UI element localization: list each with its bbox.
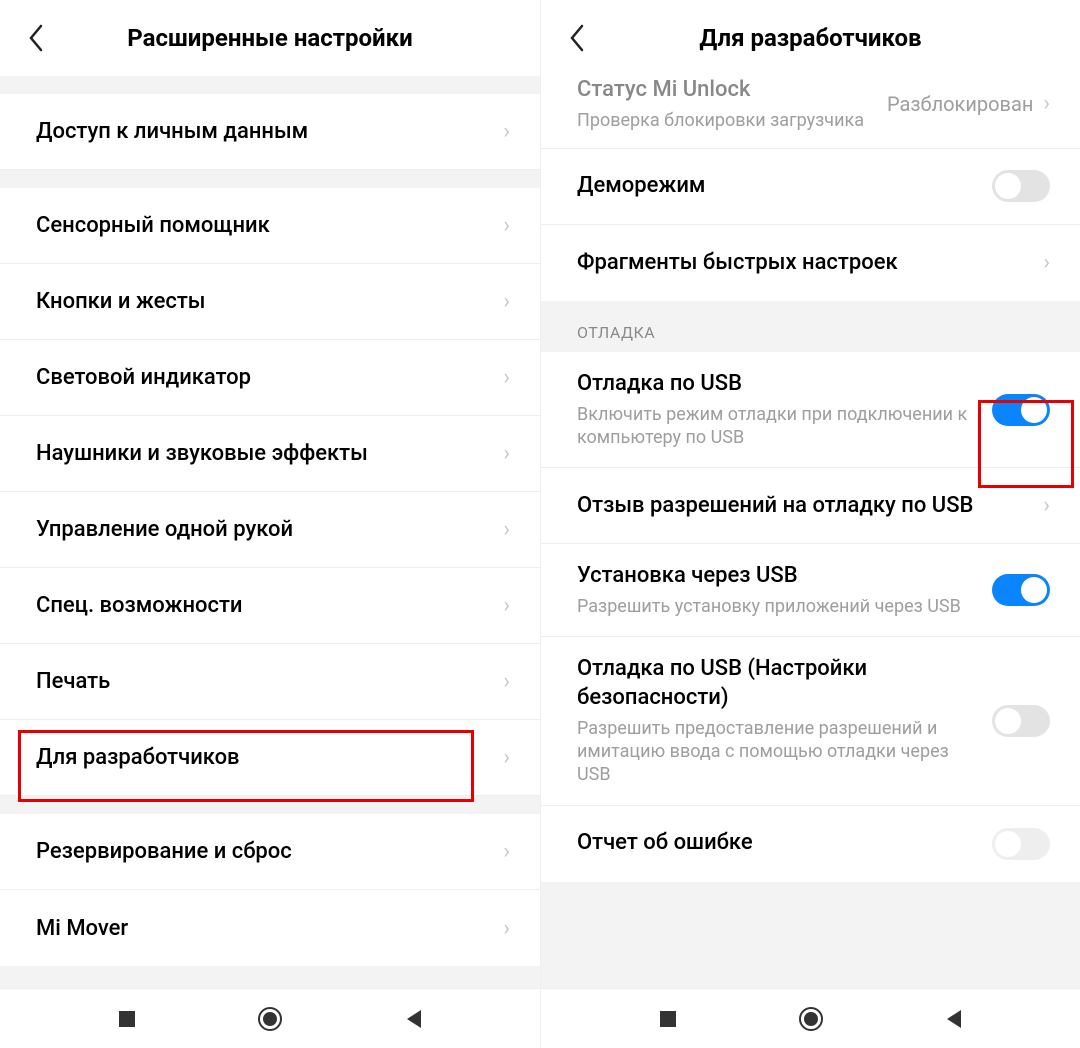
header-right: Для разработчиков: [541, 0, 1080, 76]
chevron-right-icon: ›: [503, 289, 510, 314]
list-item-label: Управление одной рукой: [36, 517, 293, 542]
list-item-title: Фрагменты быстрых настроек: [577, 249, 1031, 278]
list-item-title: Установка через USB: [577, 562, 980, 591]
nav-back-icon[interactable]: [397, 1003, 429, 1035]
chevron-right-icon: ›: [503, 839, 510, 864]
list-item-revoke-usb-auth[interactable]: Отзыв разрешений на отладку по USB ›: [541, 468, 1080, 544]
list-item-mi-mover[interactable]: Mi Mover ›: [0, 890, 540, 966]
back-button[interactable]: [14, 16, 58, 60]
chevron-right-icon: ›: [503, 365, 510, 390]
list-item-subtitle: Разрешить установку приложений через USB: [577, 595, 980, 618]
list-item-touch-assistant[interactable]: Сенсорный помощник ›: [0, 188, 540, 264]
page-title: Для разработчиков: [541, 24, 1080, 52]
toggle-bug-report[interactable]: [992, 828, 1050, 860]
navbar-left: [0, 988, 540, 1048]
phone-right: Для разработчиков Статус Mi Unlock Прове…: [540, 0, 1080, 1048]
list-item-developer-options[interactable]: Для разработчиков ›: [0, 720, 540, 796]
toggle-install-via-usb[interactable]: [992, 574, 1050, 606]
chevron-right-icon: ›: [503, 119, 510, 144]
header-left: Расширенные настройки: [0, 0, 540, 76]
divider: [0, 796, 540, 814]
list-item-label: Сенсорный помощник: [36, 213, 270, 238]
chevron-right-icon: ›: [1043, 91, 1050, 116]
nav-recents-icon[interactable]: [652, 1003, 684, 1035]
nav-recents-icon[interactable]: [111, 1003, 143, 1035]
list-item-print[interactable]: Печать ›: [0, 644, 540, 720]
list-item-one-hand[interactable]: Управление одной рукой ›: [0, 492, 540, 568]
list-item-title: Отладка по USB (Настройки безопасности): [577, 655, 980, 712]
chevron-right-icon: ›: [503, 745, 510, 770]
chevron-right-icon: ›: [503, 213, 510, 238]
list-item-title: Отладка по USB: [577, 370, 980, 399]
list-item-headphones[interactable]: Наушники и звуковые эффекты ›: [0, 416, 540, 492]
chevron-right-icon: ›: [503, 593, 510, 618]
list-item-label: Печать: [36, 669, 110, 694]
list-item-usb-debugging[interactable]: Отладка по USB Включить режим отладки пр…: [541, 352, 1080, 468]
content-right: Статус Mi Unlock Проверка блокировки заг…: [541, 76, 1080, 988]
list-item-label: Доступ к личным данным: [36, 119, 308, 144]
list-item-led[interactable]: Световой индикатор ›: [0, 340, 540, 416]
list-item-title: Отчет об ошибке: [577, 829, 980, 858]
nav-back-icon[interactable]: [937, 1003, 969, 1035]
divider: [0, 170, 540, 188]
toggle-demo-mode[interactable]: [992, 170, 1050, 202]
chevron-right-icon: ›: [503, 916, 510, 941]
navbar-right: [541, 988, 1080, 1048]
page-title: Расширенные настройки: [0, 24, 540, 52]
list-item-mi-unlock[interactable]: Статус Mi Unlock Проверка блокировки заг…: [541, 76, 1080, 149]
phone-left: Расширенные настройки Доступ к личным да…: [0, 0, 540, 1048]
chevron-right-icon: ›: [503, 669, 510, 694]
list-item-title: Отзыв разрешений на отладку по USB: [577, 492, 1031, 521]
list-item-qs-fragments[interactable]: Фрагменты быстрых настроек ›: [541, 225, 1080, 301]
list-item-title: Статус Mi Unlock: [577, 76, 875, 105]
list-item-label: Спец. возможности: [36, 593, 243, 618]
content-left: Доступ к личным данным › Сенсорный помощ…: [0, 76, 540, 988]
back-button[interactable]: [555, 16, 599, 60]
chevron-right-icon: ›: [1043, 250, 1050, 275]
nav-home-icon[interactable]: [795, 1003, 827, 1035]
list-item-buttons-gestures[interactable]: Кнопки и жесты ›: [0, 264, 540, 340]
divider: [0, 76, 540, 94]
list-item-personal-data[interactable]: Доступ к личным данным ›: [0, 94, 540, 170]
list-item-value: Разблокирован: [887, 92, 1033, 116]
nav-home-icon[interactable]: [254, 1003, 286, 1035]
list-item-subtitle: Разрешить предоставление разрешений и им…: [577, 717, 980, 787]
list-item-backup-reset[interactable]: Резервирование и сброс ›: [0, 814, 540, 890]
list-item-label: Для разработчиков: [36, 745, 240, 770]
list-item-title: Деморежим: [577, 172, 980, 201]
list-item-label: Световой индикатор: [36, 365, 251, 390]
list-item-install-via-usb[interactable]: Установка через USB Разрешить установку …: [541, 544, 1080, 637]
list-item-usb-debugging-security[interactable]: Отладка по USB (Настройки безопасности) …: [541, 637, 1080, 805]
chevron-right-icon: ›: [503, 441, 510, 466]
list-item-label: Наушники и звуковые эффекты: [36, 441, 368, 466]
list-item-label: Кнопки и жесты: [36, 289, 206, 314]
list-item-subtitle: Включить режим отладки при подключении к…: [577, 403, 980, 450]
section-header-debug: ОТЛАДКА: [541, 301, 1080, 352]
list-item-accessibility[interactable]: Спец. возможности ›: [0, 568, 540, 644]
chevron-right-icon: ›: [503, 517, 510, 542]
list-item-demo-mode[interactable]: Деморежим: [541, 149, 1080, 225]
chevron-right-icon: ›: [1043, 493, 1050, 518]
toggle-usb-debugging-security[interactable]: [992, 705, 1050, 737]
list-item-bug-report[interactable]: Отчет об ошибке: [541, 806, 1080, 882]
toggle-usb-debugging[interactable]: [992, 394, 1050, 426]
list-item-subtitle: Проверка блокировки загрузчика: [577, 109, 875, 132]
list-item-label: Резервирование и сброс: [36, 839, 292, 864]
list-item-label: Mi Mover: [36, 916, 128, 941]
